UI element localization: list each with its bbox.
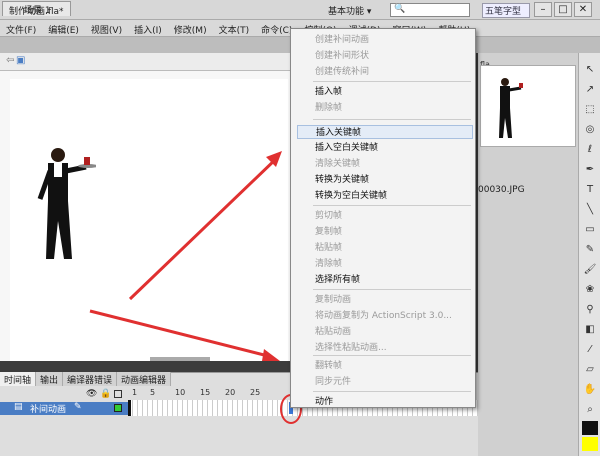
context-menu-item[interactable]: 粘贴帧 — [291, 241, 475, 255]
menu-separator — [313, 391, 471, 392]
pen-tool-icon[interactable]: ✒ — [582, 163, 598, 177]
stroke-color-swatch[interactable] — [582, 421, 598, 435]
text-tool-icon[interactable]: T — [582, 183, 598, 197]
context-menu-item[interactable]: 插入帧 — [291, 85, 475, 99]
menu-separator — [313, 289, 471, 290]
pencil-tool-icon[interactable]: ✎ — [582, 243, 598, 257]
context-menu-item[interactable]: 翻转帧 — [291, 359, 475, 373]
timeline-tabs: 时间轴 输出 编译器错误 动画编辑器 — [0, 372, 172, 386]
workspace-switcher[interactable]: 基本功能 ▾ — [328, 4, 371, 17]
bone-tool-icon[interactable]: ⚲ — [582, 303, 598, 317]
rectangle-tool-icon[interactable]: ▭ — [582, 223, 598, 237]
context-menu-item[interactable]: 清除关键帧 — [291, 157, 475, 171]
search-icon: 🔍 — [394, 4, 406, 14]
context-menu-item[interactable]: 复制帧 — [291, 225, 475, 239]
stage-scrollbar[interactable] — [150, 357, 210, 361]
context-menu-item[interactable]: 清除帧 — [291, 257, 475, 271]
transform-tool-icon[interactable]: ⬚ — [582, 103, 598, 117]
outline-icon[interactable] — [114, 390, 122, 398]
frame-number: 5 — [150, 388, 156, 397]
context-menu-item[interactable]: 转换为关键帧 — [291, 173, 475, 187]
zoom-tool-icon[interactable]: ⌕ — [582, 403, 598, 417]
stage-area — [0, 71, 290, 361]
close-icon[interactable]: ✕ — [574, 2, 592, 17]
menu-insert[interactable]: 插入(I) — [128, 20, 168, 36]
context-menu-item[interactable]: 同步元件 — [291, 375, 475, 389]
search-input[interactable]: 🔍 — [390, 3, 470, 17]
eraser-icon[interactable]: ▱ — [582, 363, 598, 377]
3d-rotation-icon[interactable]: ◎ — [582, 123, 598, 137]
menu-modify[interactable]: 修改(M) — [168, 20, 213, 36]
scene-bar: ⇦ ▣ — [0, 53, 290, 71]
brush-tool-icon[interactable]: 🖌 — [582, 263, 598, 277]
menu-file[interactable]: 文件(F) — [0, 20, 42, 36]
context-menu-item[interactable]: 选择性粘贴动画... — [291, 341, 475, 355]
context-menu-item[interactable]: 动作 — [291, 395, 475, 409]
maximize-icon[interactable]: □ — [554, 2, 572, 17]
layer-row[interactable]: ▤ 补间动画 ✎ — [0, 402, 128, 415]
scene-label: 场景 1 — [24, 6, 51, 16]
menu-separator — [313, 205, 471, 206]
menu-separator — [313, 81, 471, 82]
minimize-icon[interactable]: – — [534, 2, 552, 17]
annotation-arrows — [89, 151, 282, 361]
context-menu-item[interactable]: 选择所有帧 — [291, 273, 475, 287]
eye-icon[interactable]: 👁 — [86, 389, 97, 399]
context-menu-item[interactable]: 删除帧 — [291, 101, 475, 115]
fill-color-swatch[interactable] — [582, 437, 598, 451]
frame-number: 10 — [175, 388, 186, 397]
layer-icon: ▤ — [14, 402, 23, 412]
context-menu-item[interactable]: 创建传统补间 — [291, 65, 475, 79]
stage-canvas[interactable] — [10, 79, 288, 361]
context-menu-item[interactable]: 转换为空白关键帧 — [291, 189, 475, 203]
hand-tool-icon[interactable]: ✋ — [582, 383, 598, 397]
tab-motion-editor[interactable]: 动画编辑器 — [117, 372, 172, 386]
frame-number: 15 — [200, 388, 211, 397]
subselection-tool-icon[interactable]: ↗ — [582, 83, 598, 97]
context-menu-item[interactable]: 插入空白关键帧 — [291, 141, 475, 155]
menu-separator — [313, 119, 471, 120]
context-menu-item[interactable]: 粘贴动画 — [291, 325, 475, 339]
waiter-thumbnail — [499, 78, 523, 138]
menu-separator — [313, 355, 471, 356]
keyframe-marker[interactable] — [128, 400, 131, 416]
frame-number: 1 — [132, 388, 138, 397]
lock-icon[interactable]: 🔒 — [100, 389, 111, 399]
tab-output[interactable]: 输出 — [36, 372, 64, 386]
layer-name[interactable]: 补间动画 — [30, 402, 66, 415]
scene-icon: ▣ — [16, 55, 26, 66]
tab-compiler-errors[interactable]: 编译器错误 — [63, 372, 118, 386]
context-menu-item[interactable]: 将动画复制为 ActionScript 3.0... — [291, 309, 475, 323]
context-menu-item[interactable]: 创建补间形状 — [291, 49, 475, 63]
context-menu-item[interactable]: 创建补间动画 — [291, 33, 475, 47]
context-menu-item[interactable]: 剪切帧 — [291, 209, 475, 223]
menu-edit[interactable]: 编辑(E) — [42, 20, 85, 36]
tools-panel: ↖ ↗ ⬚ ◎ ℓ ✒ T ╲ ▭ ✎ 🖌 ❀ ⚲ ◧ ⁄ ▱ ✋ ⌕ — [578, 53, 600, 456]
selection-tool-icon[interactable]: ↖ — [582, 63, 598, 77]
paint-bucket-icon[interactable]: ◧ — [582, 323, 598, 337]
frame-number: 20 — [225, 388, 236, 397]
library-file-item[interactable]: 00030.JPG — [478, 185, 525, 195]
context-menu-item[interactable]: 插入关键帧 — [297, 125, 473, 139]
back-arrow-icon[interactable]: ⇦ — [6, 55, 14, 66]
eyedropper-icon[interactable]: ⁄ — [582, 343, 598, 357]
frame-number: 25 — [250, 388, 261, 397]
menu-text[interactable]: 文本(T) — [213, 20, 256, 36]
library-preview — [480, 65, 576, 147]
layer-color-box[interactable] — [114, 404, 122, 412]
context-menu-item[interactable]: 复制动画 — [291, 293, 475, 307]
lasso-tool-icon[interactable]: ℓ — [582, 143, 598, 157]
frame-context-menu: 创建补间动画 创建补间形状 创建传统补间 插入帧删除帧插入关键帧插入空白关键帧 清除关键… — [290, 28, 476, 408]
deco-tool-icon[interactable]: ❀ — [582, 283, 598, 297]
pencil-icon: ✎ — [74, 402, 82, 412]
menu-view[interactable]: 视图(V) — [85, 20, 128, 36]
line-tool-icon[interactable]: ╲ — [582, 203, 598, 217]
tab-timeline[interactable]: 时间轴 — [0, 372, 37, 386]
brand-badge: 五笔字型 — [482, 3, 530, 18]
